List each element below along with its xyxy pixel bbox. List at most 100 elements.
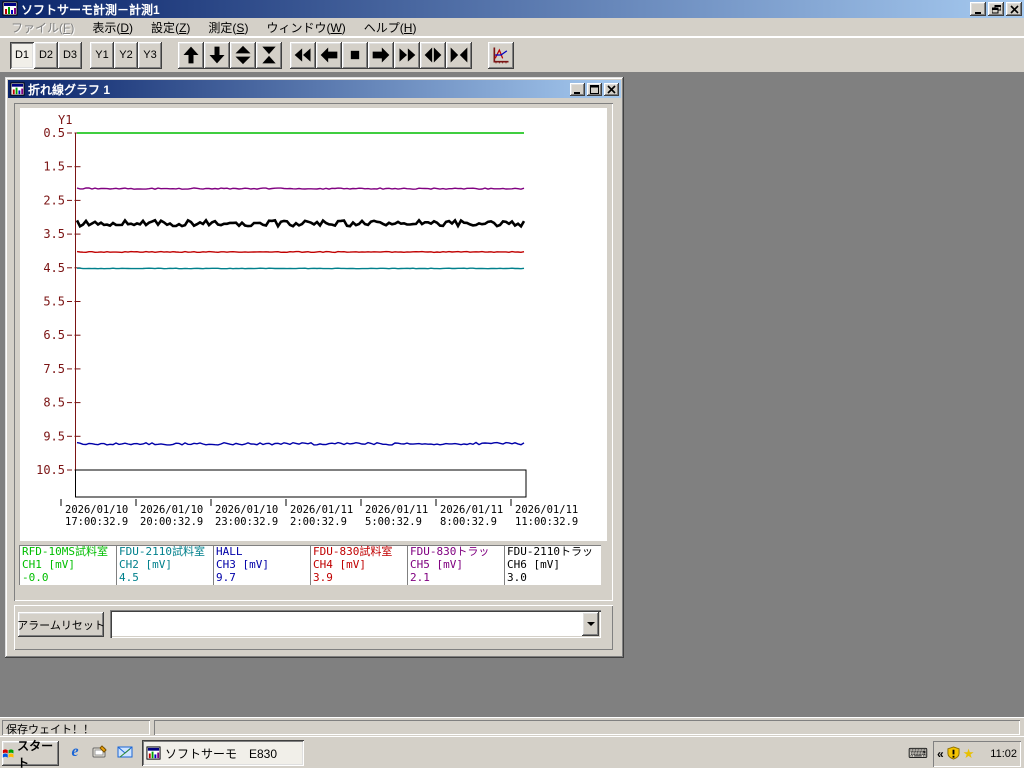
channel-value: 3.0 xyxy=(507,571,527,584)
y2-button[interactable]: Y2 xyxy=(114,41,138,69)
graph-window-icon xyxy=(10,81,25,97)
internet-explorer-icon[interactable]: e xyxy=(66,743,84,761)
minimize-button[interactable] xyxy=(970,2,986,16)
compress-y-button[interactable] xyxy=(256,41,282,69)
channel-label: CH3 [mV] xyxy=(216,558,269,571)
task-app-icon xyxy=(146,745,161,760)
restore-button[interactable] xyxy=(988,2,1004,16)
sensor-name: RFD-10MS試料室 xyxy=(22,545,108,558)
channel-label: CH5 [mV] xyxy=(410,558,463,571)
close-button[interactable] xyxy=(1006,2,1022,16)
line-chart: Y10.5 1.5 2.5 3.5 4.5 5.5 6.5 7.5 8.5 9.5 10.5 2026… xyxy=(36,113,578,528)
svg-text:10.5: 10.5 xyxy=(36,463,65,477)
menu-help[interactable]: ヘルプ(H) xyxy=(355,17,426,38)
expand-y-button[interactable] xyxy=(230,41,256,69)
favorites-star-icon[interactable]: ★ xyxy=(963,746,975,762)
tray-clock[interactable]: 11:02 xyxy=(990,748,1017,760)
channel-label: CH6 [mV] xyxy=(507,558,560,571)
y3-button[interactable]: Y3 xyxy=(138,41,162,69)
d2-button[interactable]: D2 xyxy=(34,41,58,69)
channel-label: CH1 [mV] xyxy=(22,558,75,571)
sensor-name: HALL xyxy=(216,545,243,558)
channel-value: 9.7 xyxy=(216,571,236,584)
svg-text:8:00:32.9: 8:00:32.9 xyxy=(440,516,497,528)
graph-window: 折れ線グラフ 1 Y1 0.5 1.5 2.5 3.5 4.5 5.5 6.5 7.5 8.5 9.… xyxy=(5,77,624,658)
graph-window-titlebar[interactable]: 折れ線グラフ 1 xyxy=(8,80,621,98)
outlook-express-icon[interactable] xyxy=(116,743,134,761)
legend-cell-ch4: FDU-830試料室 CH4 [mV] 3.9 xyxy=(310,545,407,585)
svg-text:1.5: 1.5 xyxy=(43,160,65,174)
svg-text:5:00:32.9: 5:00:32.9 xyxy=(365,516,422,528)
mdi-client-area: 折れ線グラフ 1 Y1 0.5 1.5 2.5 3.5 4.5 5.5 6.5 7.5 8.5 9.… xyxy=(0,72,1024,717)
svg-text:2026/01/11: 2026/01/11 xyxy=(365,504,428,516)
alarm-combobox-input[interactable] xyxy=(112,612,582,636)
svg-text:11:00:32.9: 11:00:32.9 xyxy=(515,516,578,528)
chart-area: Y1 0.5 1.5 2.5 3.5 4.5 5.5 6.5 7.5 8.5 9.5 10.5 2026… xyxy=(20,108,607,541)
security-shield-icon[interactable] xyxy=(947,745,960,763)
svg-text:0.5: 0.5 xyxy=(43,126,65,140)
expand-x-button[interactable] xyxy=(420,41,446,69)
svg-text:23:00:32.9: 23:00:32.9 xyxy=(215,516,278,528)
start-button[interactable]: スタート xyxy=(2,739,59,768)
graph-close-button[interactable] xyxy=(604,82,619,96)
taskbar-task-softthermo[interactable]: ソフトサーモ E830 xyxy=(142,740,304,766)
alarm-combobox-dropdown-button[interactable] xyxy=(582,612,599,636)
svg-text:20:00:32.9: 20:00:32.9 xyxy=(140,516,203,528)
keyboard-icon[interactable]: ⌨ xyxy=(908,745,928,762)
legend-cell-ch3: HALL CH3 [mV] 9.7 xyxy=(213,545,310,585)
graph-minimize-button[interactable] xyxy=(570,82,585,96)
chevron-down-icon xyxy=(586,622,595,626)
d1-button[interactable]: D1 xyxy=(10,41,34,69)
svg-text:2026/01/10: 2026/01/10 xyxy=(65,504,128,516)
svg-text:7.5: 7.5 xyxy=(43,362,65,376)
alarm-reset-button[interactable]: アラームリセット xyxy=(17,612,105,637)
sensor-name: FDU-830試料室 xyxy=(313,545,393,558)
legend-cell-ch1: RFD-10MS試料室 CH1 [mV] -0.0 xyxy=(19,545,116,585)
windows-logo-icon xyxy=(2,749,14,758)
pan-down-button[interactable] xyxy=(204,41,230,69)
svg-text:2026/01/11: 2026/01/11 xyxy=(440,504,503,516)
channel-label: CH4 [mV] xyxy=(313,558,366,571)
svg-text:2026/01/10: 2026/01/10 xyxy=(215,504,278,516)
status-panel-2 xyxy=(154,720,1020,735)
y1-button[interactable]: Y1 xyxy=(90,41,114,69)
legend-cell-ch6: FDU-2110トラッ CH6 [mV] 3.0 xyxy=(504,545,601,585)
screen: ソフトサーモ計測－計測1 ファイル(F) 表示(D) 設定(Z) 測定(S) ウ… xyxy=(0,0,1024,768)
d3-button[interactable]: D3 xyxy=(58,41,82,69)
graph-window-title: 折れ線グラフ 1 xyxy=(28,82,111,97)
menu-measure[interactable]: 測定(S) xyxy=(199,17,257,38)
channel-legend: RFD-10MS試料室 CH1 [mV] -0.0 FDU-2110試料室 CH… xyxy=(19,545,601,585)
rewind-button[interactable] xyxy=(290,41,316,69)
channel-label: CH2 [mV] xyxy=(119,558,172,571)
svg-text:6.5: 6.5 xyxy=(43,328,65,342)
pan-right-button[interactable] xyxy=(368,41,394,69)
svg-text:2026/01/11: 2026/01/11 xyxy=(515,504,578,516)
graph-panel: Y1 0.5 1.5 2.5 3.5 4.5 5.5 6.5 7.5 8.5 9.5 10.5 2026… xyxy=(14,103,613,601)
svg-text:Y1: Y1 xyxy=(58,113,72,127)
fast-forward-button[interactable] xyxy=(394,41,420,69)
start-label: スタート xyxy=(17,738,54,768)
svg-text:17:00:32.9: 17:00:32.9 xyxy=(65,516,128,528)
tray-collapse-chevron[interactable]: « xyxy=(937,747,944,761)
sensor-name: FDU-2110トラッ xyxy=(507,545,593,558)
compress-x-button[interactable] xyxy=(446,41,472,69)
menu-window[interactable]: ウィンドウ(W) xyxy=(257,17,354,38)
legend-cell-ch5: FDU-830トラッ CH5 [mV] 2.1 xyxy=(407,545,504,585)
svg-text:2026/01/11: 2026/01/11 xyxy=(290,504,353,516)
channel-value: 2.1 xyxy=(410,571,430,584)
sensor-name: FDU-2110試料室 xyxy=(119,545,205,558)
graph-maximize-button[interactable] xyxy=(587,82,602,96)
alarm-combobox[interactable] xyxy=(110,610,601,638)
legend-cell-ch2: FDU-2110試料室 CH2 [mV] 4.5 xyxy=(116,545,213,585)
menu-settings[interactable]: 設定(Z) xyxy=(142,17,199,38)
status-message: 保存ウェイト！！ xyxy=(2,720,150,735)
pan-up-button[interactable] xyxy=(178,41,204,69)
stop-button[interactable] xyxy=(342,41,368,69)
svg-text:2.5: 2.5 xyxy=(43,193,65,207)
menu-view[interactable]: 表示(D) xyxy=(83,17,142,38)
statusbar: 保存ウェイト！！ xyxy=(0,717,1024,736)
graph-display-button[interactable] xyxy=(488,41,514,69)
show-desktop-icon[interactable] xyxy=(91,743,109,761)
pan-left-button[interactable] xyxy=(316,41,342,69)
menu-file[interactable]: ファイル(F) xyxy=(2,17,83,38)
